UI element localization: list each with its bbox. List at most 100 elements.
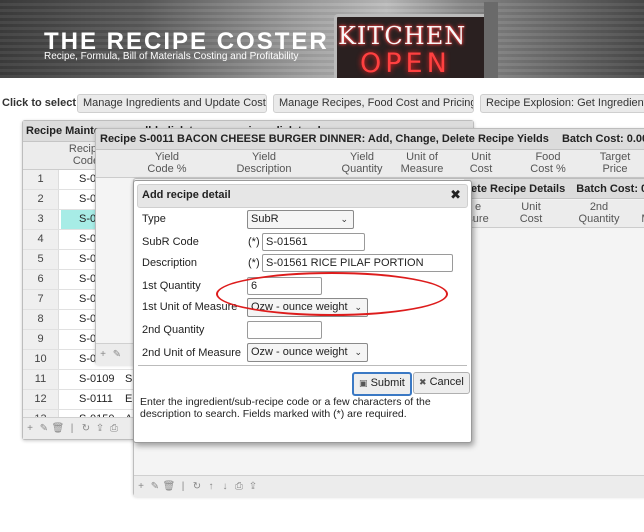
qty2-input[interactable] bbox=[247, 321, 322, 339]
uom2-select-value: Ozw - ounce weight bbox=[251, 346, 348, 358]
chevron-down-icon: ⌄ bbox=[354, 302, 362, 312]
print-icon[interactable]: ⎙ bbox=[107, 418, 121, 440]
chevron-down-icon: ⌄ bbox=[354, 347, 362, 357]
submit-button[interactable]: ▣ Submit bbox=[352, 372, 412, 396]
row-number: 7 bbox=[23, 290, 59, 309]
row-number: 1 bbox=[23, 170, 59, 189]
edit-icon[interactable]: ✎ bbox=[37, 418, 51, 440]
refresh-icon[interactable]: ↻ bbox=[79, 418, 93, 440]
move-up-icon[interactable]: ↑ bbox=[204, 476, 218, 498]
add-icon[interactable]: + bbox=[23, 418, 37, 440]
dialog-title: Add recipe detail bbox=[142, 189, 231, 201]
row-number: 11 bbox=[23, 370, 59, 389]
close-icon[interactable]: ✖ bbox=[450, 187, 461, 203]
edit-icon[interactable]: ✎ bbox=[148, 476, 162, 498]
nav-recipe-explosion-button[interactable]: Recipe Explosion: Get Ingredients bbox=[480, 94, 644, 113]
type-label: Type bbox=[142, 213, 166, 225]
col-2nd-qty-l2: Quantity bbox=[578, 213, 620, 225]
col-target-price-l1: Target bbox=[599, 151, 631, 163]
refresh-icon[interactable]: ↻ bbox=[190, 476, 204, 498]
uom2-select[interactable]: Ozw - ounce weight ⌄ bbox=[247, 343, 368, 362]
col-truncated[interactable]: M bbox=[638, 201, 644, 225]
col-target-price[interactable]: Target Price bbox=[586, 151, 644, 175]
row-number: 5 bbox=[23, 250, 59, 269]
export-icon[interactable]: ⇪ bbox=[246, 476, 260, 498]
recipe-yields-title: Recipe S-0011 BACON CHEESE BURGER DINNER… bbox=[100, 133, 549, 145]
col-yield-quantity[interactable]: Yield Quantity bbox=[334, 151, 390, 175]
col-detail-cost-l2: Cost bbox=[519, 213, 543, 225]
sign-top-text: KITCHEN bbox=[338, 22, 467, 50]
sign-pole bbox=[484, 2, 498, 78]
col-yield-qty-l2: Quantity bbox=[341, 163, 383, 175]
nav-label: Click to select: bbox=[2, 97, 80, 109]
delete-icon[interactable]: 🗑 bbox=[51, 418, 65, 440]
cancel-button[interactable]: ✖ Cancel bbox=[413, 372, 470, 394]
col-yield-desc-l2: Description bbox=[236, 163, 292, 175]
submit-label: Submit bbox=[370, 377, 405, 389]
recipe-code-cell: S-0111 bbox=[79, 393, 113, 405]
row-number: 6 bbox=[23, 270, 59, 289]
export-icon[interactable]: ⇪ bbox=[93, 418, 107, 440]
row-number: 4 bbox=[23, 230, 59, 249]
col-detail-unit-cost[interactable]: Unit Cost bbox=[506, 201, 556, 225]
uom1-select[interactable]: Ozw - ounce weight ⌄ bbox=[247, 298, 368, 317]
add-icon[interactable]: + bbox=[96, 344, 110, 366]
description-input[interactable]: S-01561 RICE PILAF PORTION bbox=[262, 254, 453, 272]
row-number: 2 bbox=[23, 190, 59, 209]
details-grid-header: esure UnitCost 2ndQuantity M bbox=[464, 200, 644, 228]
dialog-help-text: Enter the ingredient/sub-recipe code or … bbox=[140, 396, 431, 420]
col-food-cost[interactable]: Food Cost % bbox=[520, 151, 576, 175]
sign-bottom-text: OPEN bbox=[360, 48, 451, 79]
col-unit-cost[interactable]: Unit Cost bbox=[454, 151, 508, 175]
col-food-cost-l1: Food bbox=[535, 151, 561, 163]
qty1-input[interactable]: 6 bbox=[247, 277, 322, 295]
qty1-label: 1st Quantity bbox=[142, 280, 201, 292]
recipe-code-cell: S-0109 bbox=[79, 373, 115, 385]
recipe-batch-cost: Batch Cost: 0.000 bbox=[561, 133, 644, 145]
delete-icon[interactable]: 🗑 bbox=[162, 476, 176, 498]
col-unit-cost-l2: Cost bbox=[469, 163, 493, 175]
row-number: 9 bbox=[23, 330, 59, 349]
col-2nd-quantity[interactable]: 2nd Quantity bbox=[568, 201, 630, 225]
uom1-select-value: Ozw - ounce weight bbox=[251, 301, 348, 313]
dialog-divider bbox=[138, 365, 467, 366]
yields-grid-header: Yield Code % Yield Description Yield Quanti… bbox=[96, 150, 644, 178]
row-number: 12 bbox=[23, 390, 59, 409]
edit-icon[interactable]: ✎ bbox=[110, 344, 124, 366]
col-yield-code-l2: Code % bbox=[147, 163, 187, 175]
col-target-price-l2: Price bbox=[602, 163, 628, 175]
col-yield-desc-l1: Yield bbox=[251, 151, 277, 163]
subr-code-input[interactable]: S-01561 bbox=[262, 233, 365, 251]
row-number: 3 bbox=[23, 210, 59, 229]
col-yield-code[interactable]: Yield Code % bbox=[134, 151, 200, 175]
uom2-label: 2nd Unit of Measure bbox=[142, 347, 242, 359]
nav-manage-ingredients-button[interactable]: Manage Ingredients and Update Costs bbox=[77, 94, 267, 113]
col-2nd-qty-l1: 2nd bbox=[589, 201, 609, 213]
col-measure-l1: e bbox=[474, 201, 482, 213]
col-uom-l1: Unit of bbox=[406, 151, 438, 163]
add-recipe-detail-dialog: Add recipe detail ✖ Type SubR ⌄ SubR Cod… bbox=[133, 180, 472, 443]
dialog-header[interactable]: Add recipe detail ✖ bbox=[137, 184, 468, 208]
col-yield-code-l1: Yield bbox=[154, 151, 180, 163]
required-mark: (*) bbox=[248, 236, 260, 248]
subr-code-label: SubR Code bbox=[142, 236, 199, 248]
description-label: Description bbox=[142, 257, 198, 269]
print-icon[interactable]: ⎙ bbox=[232, 476, 246, 498]
add-icon[interactable]: + bbox=[134, 476, 148, 498]
recipe-details-title: lete Recipe Details bbox=[468, 183, 566, 195]
move-down-icon[interactable]: ↓ bbox=[218, 476, 232, 498]
cancel-icon: ✖ bbox=[419, 377, 427, 387]
row-number: 8 bbox=[23, 310, 59, 329]
details-batch-cost: Batch Cost: 0 bbox=[576, 183, 644, 195]
required-mark: (*) bbox=[248, 257, 260, 269]
type-select[interactable]: SubR ⌄ bbox=[247, 210, 354, 229]
col-yield-description[interactable]: Yield Description bbox=[206, 151, 322, 175]
banner: KITCHEN OPEN THE RECIPE COSTER Recipe, F… bbox=[0, 0, 644, 78]
col-unit-of-measure[interactable]: Unit of Measure bbox=[394, 151, 450, 175]
details-toolbar: + ✎ 🗑 | ↻ ↑ ↓ ⎙ ⇪ bbox=[134, 475, 644, 497]
chevron-down-icon: ⌄ bbox=[340, 214, 348, 224]
nav-manage-recipes-button[interactable]: Manage Recipes, Food Cost and Pricing bbox=[273, 94, 474, 113]
separator-icon: | bbox=[181, 481, 185, 492]
uom1-label: 1st Unit of Measure bbox=[142, 301, 238, 313]
save-icon: ▣ bbox=[359, 378, 368, 388]
